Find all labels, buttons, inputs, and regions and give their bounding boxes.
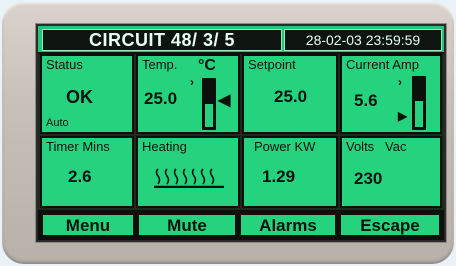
- volts-value: 230: [354, 169, 383, 188]
- arrow-left-icon: ◀: [218, 92, 231, 109]
- status-value: OK: [66, 87, 93, 107]
- heating-waves-icon: [154, 168, 224, 188]
- volts-label: Volts Vac: [346, 139, 407, 154]
- timer-cell[interactable]: Timer Mins 2.6: [40, 136, 134, 208]
- readings-grid: Status OK Auto Temp. °C 25.0 ◀ › Setpoin…: [38, 54, 444, 208]
- temp-label: Temp.: [142, 57, 178, 72]
- power-label: Power KW: [254, 139, 316, 154]
- heating-label: Heating: [142, 139, 187, 154]
- current-value: 5.6: [354, 91, 378, 110]
- menu-button[interactable]: Menu: [42, 214, 134, 236]
- datetime-display: 28-02-03 23:59:59: [284, 29, 442, 51]
- setpoint-label: Setpoint: [248, 57, 296, 72]
- current-cell[interactable]: Current Amp 5.6 › ▶: [340, 54, 442, 134]
- header-bar: CIRCUIT 48/ 3/ 5 28-02-03 23:59:59: [38, 26, 444, 54]
- temp-gauge-fill: [205, 104, 213, 127]
- current-gauge-fill: [415, 101, 423, 127]
- temp-cell[interactable]: Temp. °C 25.0 ◀ ›: [136, 54, 240, 134]
- arrow-right-icon: ▶: [398, 109, 408, 123]
- current-gauge: [412, 76, 426, 130]
- setpoint-cell[interactable]: Setpoint 25.0: [242, 54, 338, 134]
- power-value: 1.29: [262, 167, 296, 186]
- volts-cell[interactable]: Volts Vac 230: [340, 136, 442, 208]
- temp-value: 25.0: [144, 89, 178, 108]
- timer-value: 2.6: [68, 167, 92, 186]
- temp-gauge: [202, 78, 216, 130]
- alarms-button[interactable]: Alarms: [240, 214, 336, 236]
- mute-button[interactable]: Mute: [138, 214, 236, 236]
- chevron-right-icon: ›: [398, 75, 402, 89]
- escape-button[interactable]: Escape: [340, 214, 440, 236]
- heating-cell[interactable]: Heating: [136, 136, 240, 208]
- temp-unit: °C: [198, 57, 216, 74]
- current-label: Current Amp: [346, 57, 419, 72]
- timer-label: Timer Mins: [46, 139, 110, 154]
- chevron-right-icon: ›: [190, 75, 194, 89]
- softkey-bar: Menu Mute Alarms Escape: [38, 210, 444, 240]
- status-label: Status: [46, 57, 83, 72]
- power-cell[interactable]: Power KW 1.29: [242, 136, 338, 208]
- lcd-screen: CIRCUIT 48/ 3/ 5 28-02-03 23:59:59 Statu…: [36, 24, 446, 242]
- status-mode: Auto: [46, 117, 69, 129]
- setpoint-value: 25.0: [274, 87, 308, 106]
- circuit-title: CIRCUIT 48/ 3/ 5: [42, 29, 282, 51]
- status-cell[interactable]: Status OK Auto: [40, 54, 134, 134]
